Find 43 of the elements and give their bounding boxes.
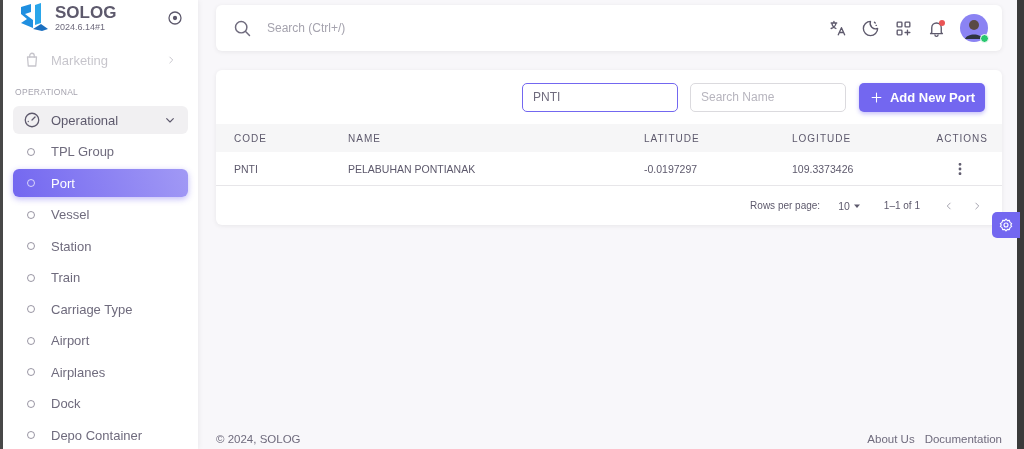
sidebar-item[interactable]: Vessel: [13, 200, 188, 229]
rows-per-page-select[interactable]: 10: [838, 199, 862, 212]
sidebar-item[interactable]: Dock: [13, 389, 188, 418]
column-header: CODE: [234, 132, 268, 144]
sidebar-item[interactable]: Train: [13, 263, 188, 292]
sidebar-item[interactable]: Airport: [13, 326, 188, 355]
filter-field[interactable]: PNTI: [522, 82, 678, 112]
search-field[interactable]: Search (Ctrl+/): [265, 20, 509, 36]
sidebar-group[interactable]: Operational: [13, 106, 188, 134]
filter-field[interactable]: Search Name: [690, 82, 846, 112]
moon-icon: [861, 18, 880, 38]
footer-link[interactable]: About Us: [867, 433, 915, 445]
grid-plus-icon: [894, 18, 913, 38]
add-button[interactable]: Add New Port: [859, 82, 985, 112]
section-heading: OPERATIONAL: [14, 86, 80, 99]
pin-icon: [166, 9, 184, 27]
table-cell-text: 109.3373426: [792, 162, 855, 175]
app-version: 2024.6.14#1: [55, 22, 107, 32]
page-range: 1–1 of 1: [883, 200, 920, 211]
settings-icon: [998, 217, 1014, 233]
avatar[interactable]: [960, 14, 988, 42]
sidebar-item[interactable]: TPL Group: [13, 137, 188, 166]
plus-icon: [868, 89, 884, 105]
sidebar-item[interactable]: Airplanes: [13, 358, 188, 386]
copyright: © 2024, SOLOG: [216, 433, 301, 445]
sidebar-item[interactable]: Port: [13, 169, 188, 197]
table-cell-text: -0.0197297: [644, 162, 699, 175]
column-header: LATITUDE: [644, 132, 701, 144]
table-cell-text: PELABUHAN PONTIANAK: [348, 162, 477, 175]
table-cell-text: PNTI: [234, 162, 259, 175]
sidebar-item[interactable]: Carriage Type: [13, 295, 188, 323]
logo-icon: [19, 3, 49, 33]
app-name: SOLOG: [55, 4, 117, 22]
rows-per-page-label: Rows per page:: [750, 200, 821, 211]
gauge-icon: [23, 111, 41, 129]
column-header: NAME: [348, 132, 382, 144]
sidebar-item[interactable]: Depo Container: [13, 421, 188, 449]
footer-link[interactable]: Documentation: [924, 433, 1002, 445]
settings-button[interactable]: [992, 212, 1020, 238]
translate-icon: [828, 18, 847, 38]
column-header: LOGITUDE: [792, 132, 853, 144]
sidebar-item[interactable]: Station: [13, 232, 188, 260]
column-header: ACTIONS: [936, 132, 988, 144]
